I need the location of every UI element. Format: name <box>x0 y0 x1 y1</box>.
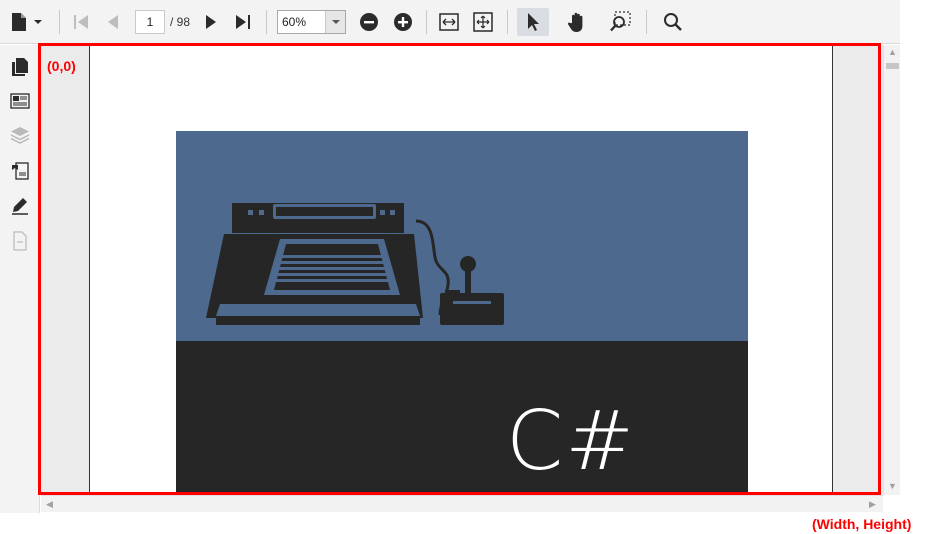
next-page-icon[interactable] <box>200 8 222 36</box>
pages-icon[interactable] <box>8 55 32 79</box>
chevron-down-icon[interactable] <box>32 8 44 36</box>
fit-width-icon[interactable] <box>437 8 461 36</box>
first-page-icon[interactable] <box>70 8 92 36</box>
select-cursor-icon[interactable] <box>517 8 549 36</box>
scroll-up-icon[interactable]: ▲ <box>888 48 897 57</box>
attachment-icon[interactable] <box>8 229 32 253</box>
zoom-value: 60% <box>282 15 307 29</box>
scroll-down-icon[interactable]: ▼ <box>888 482 897 491</box>
separator <box>266 10 267 34</box>
vertical-scrollbar[interactable]: ▲ ▼ <box>883 45 900 495</box>
layers-icon[interactable] <box>8 123 32 147</box>
bookmarks-icon[interactable] <box>8 159 32 183</box>
horizontal-scrollbar[interactable]: ◀ ▶ <box>41 495 883 512</box>
cover-top-panel <box>176 131 748 341</box>
marquee-zoom-icon[interactable] <box>607 8 633 36</box>
vertical-scroll-thumb[interactable] <box>886 63 899 69</box>
cover-title: C# <box>506 394 636 489</box>
cover-bottom-panel: C# <box>176 341 748 495</box>
pdf-viewer-app: 1 / 98 60% C# ▲ ▼ ◀ ▶ (0,0) (Width, Heig… <box>0 0 936 534</box>
zoom-out-icon[interactable] <box>357 8 381 36</box>
zoom-select[interactable]: 60% <box>277 10 346 34</box>
zoom-in-icon[interactable] <box>391 8 415 36</box>
fit-page-icon[interactable] <box>471 8 495 36</box>
book-cover: C# <box>176 131 748 495</box>
last-page-icon[interactable] <box>232 8 254 36</box>
left-sidebar <box>0 45 40 513</box>
zoom-dropdown-icon[interactable] <box>325 11 345 33</box>
thumbnails-icon[interactable] <box>8 89 32 113</box>
document-viewport[interactable]: C# <box>41 45 883 495</box>
page-total-label: / 98 <box>170 15 191 29</box>
document-icon[interactable] <box>8 8 30 36</box>
toolbar: 1 / 98 60% <box>0 0 900 44</box>
separator <box>646 10 647 34</box>
signature-icon[interactable] <box>8 194 32 218</box>
separator <box>59 10 60 34</box>
separator <box>507 10 508 34</box>
size-label: (Width, Height) <box>812 516 912 532</box>
previous-page-icon[interactable] <box>102 8 124 36</box>
search-icon[interactable] <box>661 8 685 36</box>
scroll-right-icon[interactable]: ▶ <box>869 500 876 509</box>
game-console-illustration <box>206 203 504 325</box>
document-page: C# <box>89 45 833 495</box>
scroll-left-icon[interactable]: ◀ <box>46 500 53 509</box>
page-number-input[interactable]: 1 <box>135 10 165 34</box>
hand-icon[interactable] <box>564 8 590 36</box>
origin-label: (0,0) <box>47 58 76 74</box>
separator <box>426 10 427 34</box>
